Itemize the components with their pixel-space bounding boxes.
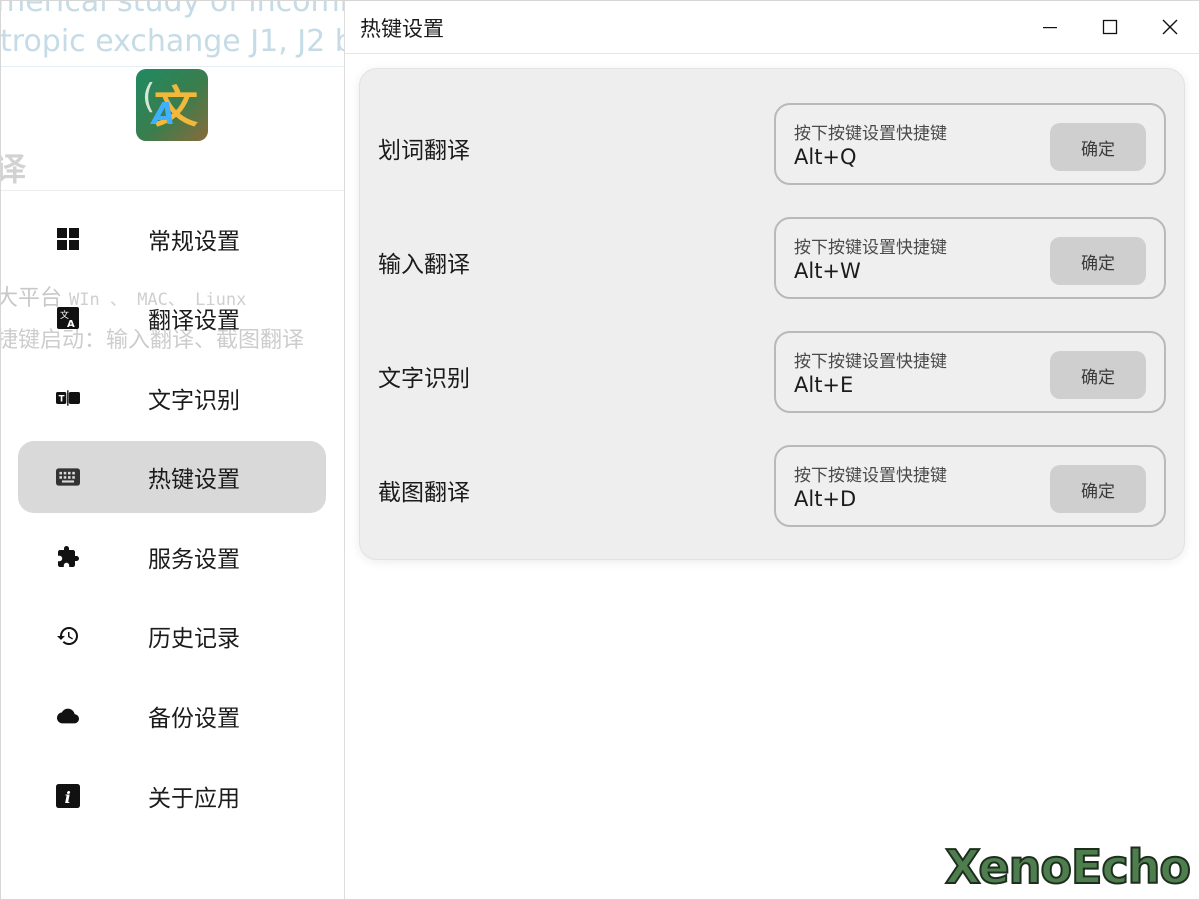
hotkey-row-input-translate: 输入翻译 按下按键设置快捷键 Alt+W 确定	[360, 217, 1186, 301]
hotkey-input-placeholder: 按下按键设置快捷键	[794, 124, 947, 144]
sidebar-item-label: 翻译设置	[148, 308, 240, 334]
confirm-button[interactable]: 确定	[1050, 465, 1146, 513]
confirm-button[interactable]: 确定	[1050, 123, 1146, 171]
hotkey-row-ocr: 文字识别 按下按键设置快捷键 Alt+E 确定	[360, 331, 1186, 415]
maximize-icon	[1102, 19, 1118, 34]
hotkey-input[interactable]: 按下按键设置快捷键 Alt+Q 确定	[774, 103, 1166, 185]
sidebar-item-label: 热键设置	[148, 467, 240, 493]
app-logo: ( 文 A	[136, 69, 208, 141]
svg-text:A: A	[67, 319, 75, 329]
minimize-icon	[1043, 26, 1057, 28]
sidebar-item-label: 关于应用	[148, 786, 240, 812]
keyboard-icon	[56, 465, 80, 489]
hotkey-input-value: Alt+D	[794, 487, 857, 511]
sidebar-item-about[interactable]: i 关于应用	[18, 760, 326, 832]
hotkey-row-label: 输入翻译	[378, 252, 470, 278]
hotkey-row-screenshot-translate: 截图翻译 按下按键设置快捷键 Alt+D 确定	[360, 445, 1186, 529]
svg-text:i: i	[65, 788, 71, 807]
sidebar: ( 文 A 常规设置 文A 翻译设置 T 文字识别 热键设置 服务设置 历史记录…	[0, 0, 344, 900]
hotkey-row-label: 划词翻译	[378, 138, 470, 164]
translate-icon: 文A	[56, 306, 80, 330]
hotkey-input-placeholder: 按下按键设置快捷键	[794, 238, 947, 258]
grid-icon	[56, 227, 80, 251]
puzzle-icon	[56, 545, 80, 569]
sidebar-item-label: 常规设置	[148, 229, 240, 255]
hotkey-input[interactable]: 按下按键设置快捷键 Alt+D 确定	[774, 445, 1166, 527]
confirm-button[interactable]: 确定	[1050, 351, 1146, 399]
cloud-icon	[56, 704, 80, 728]
hotkey-input-placeholder: 按下按键设置快捷键	[794, 466, 947, 486]
hotkey-row-label: 截图翻译	[378, 480, 470, 506]
hotkey-input-value: Alt+W	[794, 259, 861, 283]
hotkey-input-placeholder: 按下按键设置快捷键	[794, 352, 947, 372]
logo-a-glyph: A	[152, 97, 176, 132]
history-icon	[56, 624, 80, 648]
window-title: 热键设置	[360, 17, 444, 41]
ocr-icon: T	[56, 386, 80, 410]
confirm-button[interactable]: 确定	[1050, 237, 1146, 285]
hotkey-input[interactable]: 按下按键设置快捷键 Alt+E 确定	[774, 331, 1166, 413]
sidebar-item-label: 文字识别	[148, 388, 240, 414]
sidebar-item-ocr[interactable]: T 文字识别	[18, 362, 326, 434]
sidebar-item-hotkey[interactable]: 热键设置	[18, 441, 326, 513]
hotkey-input-value: Alt+E	[794, 373, 854, 397]
maximize-button[interactable]	[1080, 0, 1140, 53]
close-button[interactable]	[1140, 0, 1200, 53]
sidebar-item-translate[interactable]: 文A 翻译设置	[18, 282, 326, 354]
svg-text:T: T	[59, 394, 65, 404]
hotkey-input[interactable]: 按下按键设置快捷键 Alt+W 确定	[774, 217, 1166, 299]
sidebar-item-backup[interactable]: 备份设置	[18, 680, 326, 752]
watermark: XenoEcho	[944, 839, 1192, 895]
info-icon: i	[56, 784, 80, 808]
sidebar-item-label: 历史记录	[148, 626, 240, 652]
minimize-button[interactable]	[1020, 0, 1080, 53]
sidebar-item-service[interactable]: 服务设置	[18, 521, 326, 593]
sidebar-item-label: 服务设置	[148, 547, 240, 573]
sidebar-divider	[344, 0, 345, 900]
hotkey-row-selection-translate: 划词翻译 按下按键设置快捷键 Alt+Q 确定	[360, 103, 1186, 187]
sidebar-item-label: 备份设置	[148, 706, 240, 732]
hotkey-row-label: 文字识别	[378, 366, 470, 392]
hotkey-input-value: Alt+Q	[794, 145, 857, 169]
sidebar-item-history[interactable]: 历史记录	[18, 600, 326, 672]
main-content: 划词翻译 按下按键设置快捷键 Alt+Q 确定 输入翻译 按下按键设置快捷键 A…	[345, 54, 1200, 900]
hotkey-settings-card: 划词翻译 按下按键设置快捷键 Alt+Q 确定 输入翻译 按下按键设置快捷键 A…	[359, 68, 1185, 560]
title-bar[interactable]: 热键设置	[345, 0, 1200, 54]
sidebar-item-general[interactable]: 常规设置	[18, 203, 326, 275]
close-icon	[1162, 19, 1178, 34]
